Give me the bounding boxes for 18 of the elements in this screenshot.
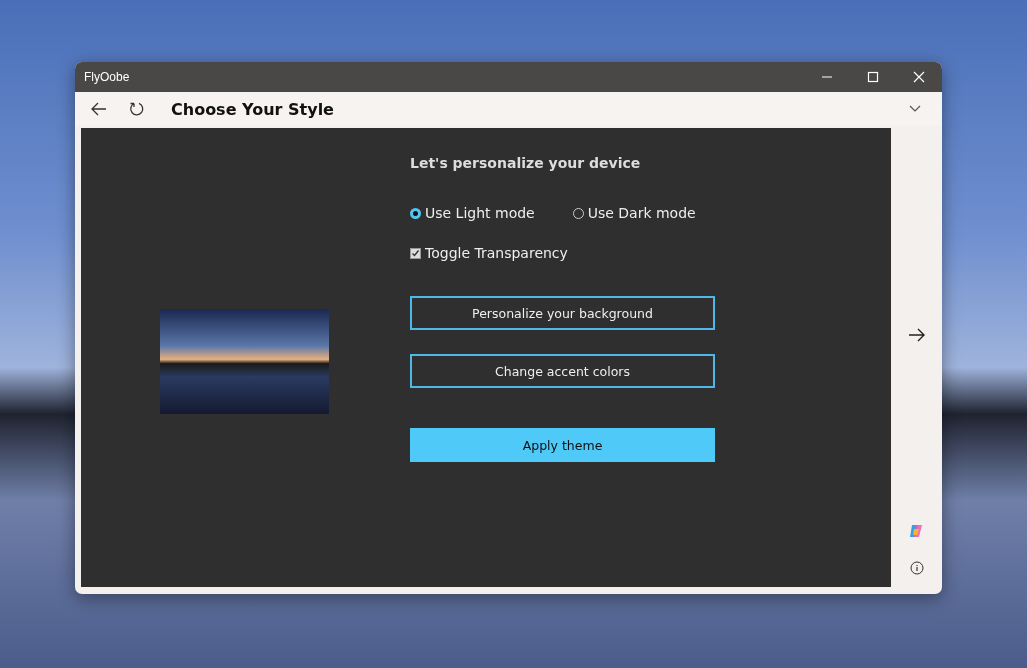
action-button[interactable]: Personalize your background xyxy=(410,296,715,330)
close-icon[interactable] xyxy=(913,71,925,83)
apply-button[interactable]: Apply theme xyxy=(410,428,715,462)
checkmark-icon xyxy=(411,248,420,258)
refresh-icon[interactable] xyxy=(129,101,145,117)
maximize-icon[interactable] xyxy=(867,71,879,83)
mode-radio[interactable]: Use Light mode xyxy=(410,205,535,221)
page-title: Choose Your Style xyxy=(171,99,334,119)
section-heading: Let's personalize your device xyxy=(410,155,641,171)
back-arrow-icon[interactable] xyxy=(91,102,107,116)
mode-radio[interactable]: Use Dark mode xyxy=(572,205,696,221)
colorful-logo-icon[interactable] xyxy=(908,523,925,539)
action-button[interactable]: Change accent colors xyxy=(410,354,715,388)
chevron-down-icon[interactable] xyxy=(909,105,921,113)
transparency-checkbox[interactable]: Toggle Transparency xyxy=(410,245,568,261)
window-title: FlyOobe xyxy=(84,70,130,84)
forward-arrow-icon[interactable] xyxy=(907,328,926,342)
info-icon[interactable] xyxy=(909,561,924,575)
